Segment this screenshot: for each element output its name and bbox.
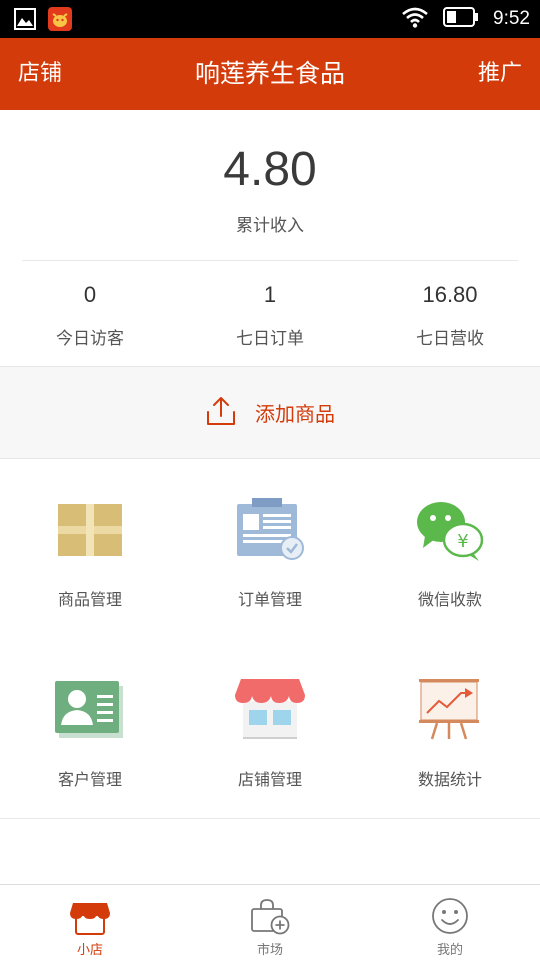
page-title: 响莲养生食品 [194, 59, 345, 88]
stat-value: 0 [83, 282, 97, 307]
grid-item-wechat-payment[interactable]: ¥ 微信收款 [360, 458, 540, 638]
nav-tab-my-shop[interactable]: 小店 [0, 885, 180, 961]
chart-board-icon [414, 676, 486, 744]
gallery-icon [14, 8, 36, 34]
smiley-face-icon [431, 897, 469, 935]
grid-item-label: 商品管理 [57, 590, 122, 609]
grid-item-label: 订单管理 [237, 590, 302, 609]
stat-value: 1 [263, 282, 277, 307]
battery-icon [443, 7, 479, 31]
add-product-button[interactable]: 添加商品 [0, 366, 540, 459]
function-grid: 商品管理 订单管理 ¥ 微信收款 客户管理 店铺管理 数据统计 [0, 458, 540, 818]
wechat-pay-icon: ¥ [414, 496, 486, 564]
nav-tab-label: 我的 [436, 943, 463, 958]
stat-value: 16.80 [422, 282, 478, 307]
stats-row: 0 今日访客 1 七日订单 16.80 七日营收 [0, 282, 540, 349]
shopping-bag-add-icon [250, 897, 290, 935]
storefront-icon [234, 676, 306, 744]
grid-item-label: 微信收款 [417, 590, 482, 609]
grid-item-order-management[interactable]: 订单管理 [180, 458, 360, 638]
stat-label: 七日营收 [416, 329, 484, 349]
nav-tab-label: 市场 [256, 943, 283, 958]
box-icon [54, 496, 126, 564]
grid-item-store-management[interactable]: 店铺管理 [180, 638, 360, 818]
grid-item-label: 数据统计 [417, 770, 482, 789]
stat-label: 今日访客 [56, 329, 124, 349]
nav-tab-market[interactable]: 市场 [180, 885, 360, 961]
total-income-value: 4.80 [223, 143, 317, 196]
wifi-icon [401, 6, 429, 32]
bottom-navigation: 小店 市场 我的 [0, 884, 540, 961]
nav-tab-mine[interactable]: 我的 [360, 885, 540, 961]
divider [0, 818, 540, 819]
clock: 9:52 [493, 8, 530, 29]
stat-label: 七日订单 [236, 329, 304, 349]
add-product-label: 添加商品 [255, 402, 335, 426]
total-income-label: 累计收入 [236, 216, 304, 236]
nav-tab-label: 小店 [76, 943, 103, 958]
grid-item-label: 客户管理 [57, 770, 122, 789]
stat-seven-day-revenue[interactable]: 16.80 七日营收 [360, 282, 540, 349]
status-bar: 9:52 [0, 0, 540, 38]
promote-button[interactable]: 推广 [478, 38, 522, 110]
app-notification-icon [48, 7, 72, 35]
stat-seven-day-orders[interactable]: 1 七日订单 [180, 282, 360, 349]
contact-card-icon [54, 676, 126, 744]
top-app-bar: 店铺 响莲养生食品 推广 [0, 38, 540, 110]
divider [22, 260, 518, 261]
clipboard-icon [234, 496, 306, 564]
stat-today-visitors[interactable]: 0 今日访客 [0, 282, 180, 349]
shop-icon [70, 897, 110, 935]
grid-item-customer-management[interactable]: 客户管理 [0, 638, 180, 818]
upload-icon [205, 395, 237, 431]
grid-item-product-management[interactable]: 商品管理 [0, 458, 180, 638]
grid-item-label: 店铺管理 [237, 770, 302, 789]
grid-item-data-statistics[interactable]: 数据统计 [360, 638, 540, 818]
svg-text:¥: ¥ [457, 531, 468, 552]
